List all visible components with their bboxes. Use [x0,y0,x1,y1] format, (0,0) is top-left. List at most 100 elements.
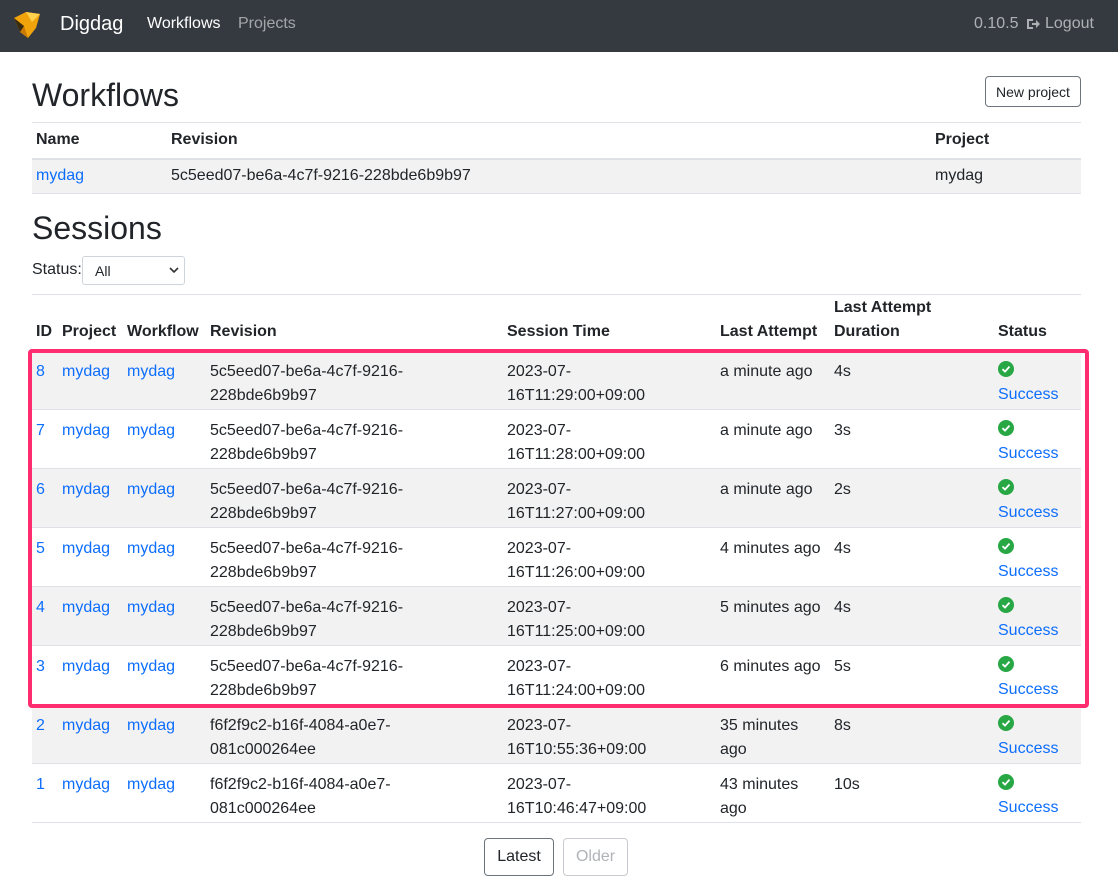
session-workflow-link[interactable]: mydag [127,717,175,734]
session-duration-cell: 10s [830,763,994,823]
session-status-link[interactable]: Success [998,681,1058,698]
status-filter-select[interactable]: All [82,256,185,285]
session-project-link[interactable]: mydag [62,422,110,439]
session-project-link[interactable]: mydag [62,717,110,734]
session-workflow-link[interactable]: mydag [127,776,175,793]
session-project-link[interactable]: mydag [62,540,110,557]
session-workflow-cell: mydag [123,645,206,705]
session-status-link[interactable]: Success [998,622,1058,639]
column-header-project: Project [58,296,123,351]
session-status-link[interactable]: Success [998,799,1058,816]
session-last-attempt-cell: a minute ago [716,409,830,469]
check-circle-icon [998,419,1014,436]
check-circle-icon [998,655,1014,672]
session-workflow-cell: mydag [123,527,206,587]
session-time-cell: 2023-07-16T11:29:00+09:00 [503,350,716,410]
session-id-link[interactable]: 2 [36,717,45,734]
column-header-project: Project [931,122,1081,160]
session-project-link[interactable]: mydag [62,776,110,793]
latest-button[interactable]: Latest [484,838,554,876]
check-circle-icon [998,361,1014,377]
session-duration-cell: 5s [830,645,994,705]
nav-link-workflows[interactable]: Workflows [147,15,221,33]
chevron-down-icon [169,267,179,274]
session-duration-cell: 4s [830,350,994,410]
check-circle-icon [998,773,1014,790]
session-id-link[interactable]: 5 [36,540,45,557]
session-id-cell: 2 [32,704,58,764]
session-project-link[interactable]: mydag [62,363,110,380]
session-revision-cell: 5c5eed07-be6a-4c7f-9216-228bde6b9b97 [206,468,503,528]
sessions-table-body: 8 mydag mydag 5c5eed07-be6a-4c7f-9216-228bd… [32,350,1081,823]
session-status-cell: Success [994,409,1081,469]
top-navbar: Digdag Workflows Projects 0.10.5 Logout [0,0,1118,52]
session-last-attempt-cell: a minute ago [716,468,830,528]
sessions-header-row: ID Project Workflow Revision Session Tim… [32,296,1081,351]
session-id-link[interactable]: 3 [36,658,45,675]
session-id-cell: 1 [32,763,58,823]
workflow-name-link[interactable]: mydag [36,167,84,184]
session-duration-cell: 4s [830,586,994,646]
session-status-link[interactable]: Success [998,386,1058,403]
session-row: 6 mydag mydag 5c5eed07-be6a-4c7f-9216-228bd… [32,468,1081,528]
session-status-link[interactable]: Success [998,445,1058,462]
session-status-cell: Success [994,645,1081,705]
digdag-logo-icon[interactable] [10,8,44,42]
session-revision-cell: 5c5eed07-be6a-4c7f-9216-228bde6b9b97 [206,409,503,469]
session-project-link[interactable]: mydag [62,658,110,675]
session-project-cell: mydag [58,350,123,410]
session-id-cell: 4 [32,586,58,646]
session-project-cell: mydag [58,409,123,469]
session-time-cell: 2023-07-16T10:55:36+09:00 [503,704,716,764]
session-workflow-link[interactable]: mydag [127,363,175,380]
session-time-cell: 2023-07-16T11:25:00+09:00 [503,586,716,646]
session-status-cell: Success [994,527,1081,587]
session-workflow-link[interactable]: mydag [127,422,175,439]
session-status-cell: Success [994,468,1081,528]
session-project-cell: mydag [58,645,123,705]
session-row: 3 mydag mydag 5c5eed07-be6a-4c7f-9216-228bd… [32,645,1081,705]
session-id-link[interactable]: 6 [36,481,45,498]
session-status-link[interactable]: Success [998,740,1058,757]
session-workflow-cell: mydag [123,763,206,823]
version-label: 0.10.5 [974,15,1019,32]
session-workflow-cell: mydag [123,704,206,764]
session-workflow-cell: mydag [123,586,206,646]
new-project-button[interactable]: New project [985,76,1081,107]
session-project-cell: mydag [58,586,123,646]
session-id-link[interactable]: 8 [36,363,45,380]
column-header-workflow: Workflow [123,296,206,351]
session-project-cell: mydag [58,527,123,587]
column-header-name: Name [32,122,167,160]
session-workflow-link[interactable]: mydag [127,481,175,498]
session-id-link[interactable]: 1 [36,776,45,793]
session-project-link[interactable]: mydag [62,481,110,498]
brand-name[interactable]: Digdag [60,13,123,36]
session-status-link[interactable]: Success [998,504,1058,521]
session-time-cell: 2023-07-16T11:24:00+09:00 [503,645,716,705]
session-id-link[interactable]: 7 [36,422,45,439]
session-workflow-cell: mydag [123,409,206,469]
session-workflow-link[interactable]: mydag [127,599,175,616]
session-workflow-link[interactable]: mydag [127,658,175,675]
workflows-header-row: Name Revision Project [32,122,1081,160]
nav-link-projects[interactable]: Projects [238,15,296,33]
session-project-cell: mydag [58,704,123,764]
session-workflow-link[interactable]: mydag [127,540,175,557]
session-time-cell: 2023-07-16T10:46:47+09:00 [503,763,716,823]
session-status-link[interactable]: Success [998,563,1058,580]
session-status-cell: Success [994,704,1081,764]
workflows-heading: Workflows [32,77,179,113]
session-project-link[interactable]: mydag [62,599,110,616]
session-id-cell: 7 [32,409,58,469]
workflow-row: mydag 5c5eed07-be6a-4c7f-9216-228bde6b9b… [32,158,1081,194]
session-last-attempt-cell: a minute ago [716,350,830,410]
status-filter-label: Status: [32,261,82,278]
logout-link[interactable]: Logout [1025,15,1094,33]
session-row: 4 mydag mydag 5c5eed07-be6a-4c7f-9216-228bd… [32,586,1081,646]
session-revision-cell: 5c5eed07-be6a-4c7f-9216-228bde6b9b97 [206,527,503,587]
session-row: 8 mydag mydag 5c5eed07-be6a-4c7f-9216-228bd… [32,350,1081,410]
session-id-link[interactable]: 4 [36,599,45,616]
session-row: 7 mydag mydag 5c5eed07-be6a-4c7f-9216-228bd… [32,409,1081,469]
check-circle-icon [998,478,1014,495]
